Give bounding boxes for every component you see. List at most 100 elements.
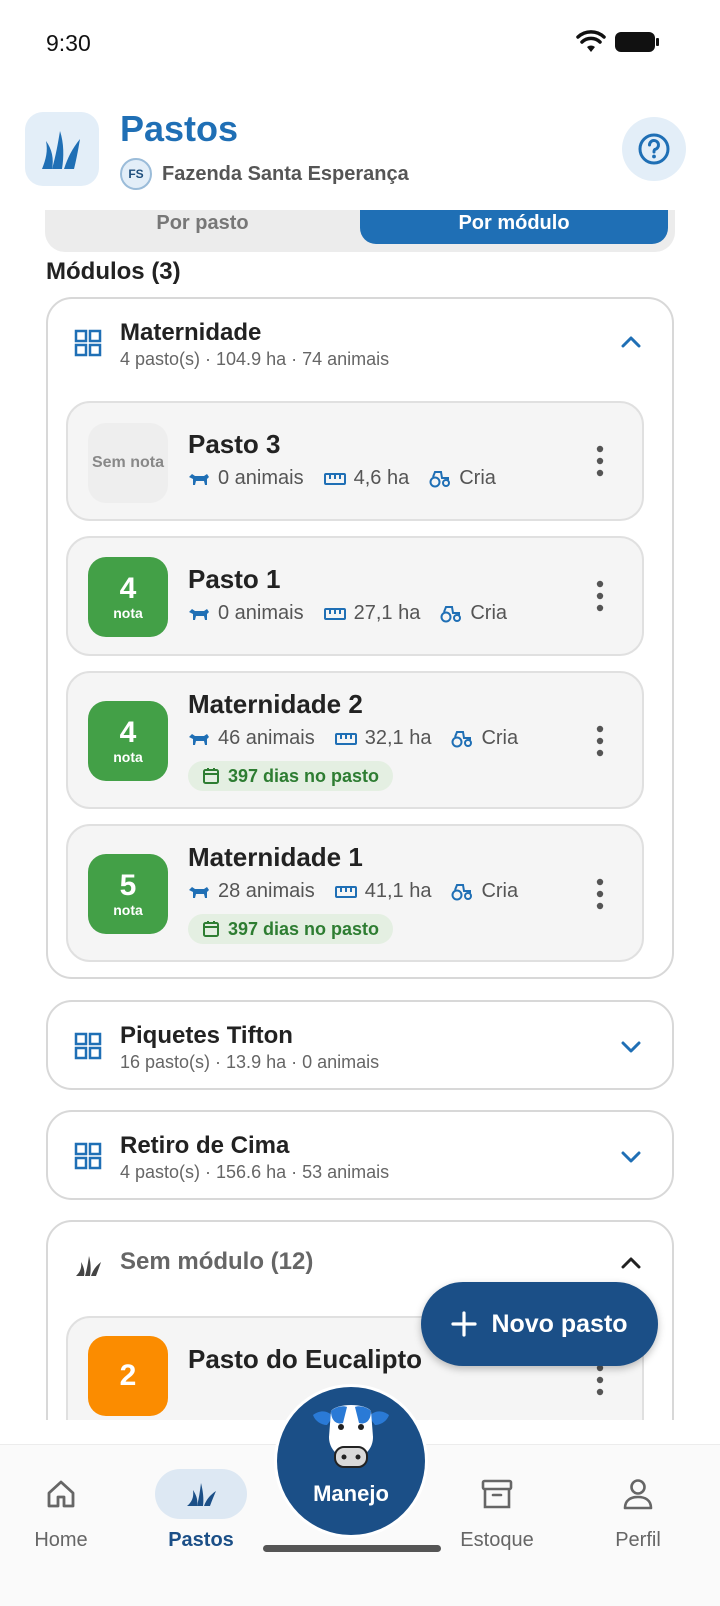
more-options-icon[interactable] xyxy=(596,725,604,757)
score-label: nota xyxy=(113,605,143,621)
score-value: 4 xyxy=(119,716,137,749)
module-card-retiro-de-cima[interactable]: Retiro de Cima 4 pasto(s) · 156.6 ha · 5… xyxy=(46,1110,674,1200)
view-toggle: Por pasto Por módulo xyxy=(45,210,675,252)
cattle-icon xyxy=(189,886,209,898)
grid-icon xyxy=(74,329,102,357)
nav-pastos-label: Pastos xyxy=(168,1529,234,1551)
home-indicator xyxy=(263,1545,441,1552)
ruler-icon xyxy=(334,732,357,745)
nav-perfil-label: Perfil xyxy=(615,1529,661,1551)
score-value: 5 xyxy=(119,869,137,902)
page-title: Pastos xyxy=(120,108,239,149)
archive-box-icon xyxy=(481,1479,513,1509)
pasture-name: Maternidade 1 xyxy=(188,842,363,872)
modules-heading: Módulos (3) xyxy=(46,258,181,285)
score-label: nota xyxy=(113,749,143,765)
module-summary: 4 pasto(s) · 156.6 ha · 53 animais xyxy=(120,1162,390,1182)
score-badge: 4 nota xyxy=(88,701,168,781)
grass-nav-icon xyxy=(187,1483,216,1506)
score-value: 2 xyxy=(119,1359,137,1392)
pasture-card[interactable]: Sem nota Pasto 3 0 animais 4,6 ha Cria xyxy=(66,401,644,521)
new-pasture-button[interactable]: Novo pasto xyxy=(421,1282,658,1366)
pasture-card[interactable]: 4 nota Maternidade 2 46 animais 32,1 ha … xyxy=(66,671,644,809)
grass-icon xyxy=(76,1256,101,1276)
app-logo xyxy=(25,112,99,186)
nav-perfil[interactable]: Perfil xyxy=(573,1465,703,1575)
more-options-icon[interactable] xyxy=(596,445,604,477)
days-in-pasture-badge: 397 dias no pasto xyxy=(188,914,394,944)
tractor-icon xyxy=(451,883,473,900)
no-module-title: Sem módulo (12) xyxy=(120,1248,314,1275)
module-card-maternidade: Maternidade 4 pasto(s) · 104.9 ha · 74 a… xyxy=(46,297,674,979)
calendar-icon xyxy=(203,921,219,937)
score-badge: 5 nota xyxy=(88,854,168,934)
calendar-icon xyxy=(203,768,219,784)
pasture-name: Pasto 1 xyxy=(188,564,281,594)
more-options-icon[interactable] xyxy=(596,878,604,910)
module-name: Maternidade xyxy=(120,319,262,346)
help-icon xyxy=(638,133,670,165)
manejo-button[interactable]: Manejo xyxy=(277,1387,425,1535)
nav-home[interactable]: Home xyxy=(0,1465,126,1575)
active-indicator xyxy=(155,1469,247,1519)
chevron-up-icon[interactable] xyxy=(620,331,642,353)
chevron-down-icon[interactable] xyxy=(620,1146,642,1168)
module-name: Piquetes Tifton xyxy=(120,1022,293,1049)
pasture-name: Pasto 3 xyxy=(188,429,281,459)
home-icon xyxy=(47,1480,75,1508)
module-summary: 16 pasto(s) · 13.9 ha · 0 animais xyxy=(120,1052,380,1072)
farm-avatar: FS xyxy=(120,158,152,190)
person-icon xyxy=(623,1479,653,1510)
pasture-name: Maternidade 2 xyxy=(188,689,363,719)
farm-selector[interactable]: FS Fazenda Santa Esperança xyxy=(120,158,409,190)
content-scroll[interactable]: Por pasto Por módulo Módulos (3) Materni… xyxy=(0,210,720,1420)
chevron-down-icon[interactable] xyxy=(620,1036,642,1058)
pasture-name: Pasto do Eucalipto xyxy=(188,1344,423,1374)
more-options-icon[interactable] xyxy=(596,580,604,612)
module-name: Retiro de Cima xyxy=(120,1132,290,1159)
app-header: Pastos FS Fazenda Santa Esperança xyxy=(0,100,720,210)
chevron-up-icon[interactable] xyxy=(620,1252,642,1274)
more-options-icon[interactable] xyxy=(596,1364,604,1396)
battery-icon xyxy=(615,32,659,52)
pasture-meta: 0 animais 27,1 ha Cria xyxy=(188,602,527,625)
manejo-label: Manejo xyxy=(313,1481,389,1506)
nav-home-label: Home xyxy=(34,1529,88,1551)
toggle-por-pasto[interactable]: Por pasto xyxy=(45,210,360,244)
score-value: 4 xyxy=(119,572,137,605)
score-label: Sem nota xyxy=(91,454,164,471)
toggle-por-modulo[interactable]: Por módulo xyxy=(360,210,668,244)
ruler-icon xyxy=(334,885,357,898)
ruler-icon xyxy=(323,472,346,485)
tractor-icon xyxy=(429,470,451,487)
cow-head-icon xyxy=(313,1405,389,1468)
nav-pastos[interactable]: Pastos xyxy=(136,1465,266,1575)
pasture-meta: 46 animais 32,1 ha Cria xyxy=(188,727,538,750)
tractor-icon xyxy=(440,605,462,622)
pasture-meta: 28 animais 41,1 ha Cria xyxy=(188,880,538,903)
cattle-icon xyxy=(189,473,209,485)
score-badge: Sem nota xyxy=(88,423,168,503)
pasture-card[interactable]: 5 nota Maternidade 1 28 animais 41,1 ha … xyxy=(66,824,644,962)
days-in-pasture-badge: 397 dias no pasto xyxy=(188,761,394,791)
status-bar: 9:30 xyxy=(0,0,720,90)
score-badge: 4 nota xyxy=(88,557,168,637)
pasture-card[interactable]: 4 nota Pasto 1 0 animais 27,1 ha Cria xyxy=(66,536,644,656)
ruler-icon xyxy=(323,607,346,620)
new-pasture-label: Novo pasto xyxy=(491,1309,628,1338)
farm-name: Fazenda Santa Esperança xyxy=(162,162,409,185)
tractor-icon xyxy=(451,730,473,747)
nav-estoque[interactable]: Estoque xyxy=(432,1465,562,1575)
cattle-icon xyxy=(189,608,209,620)
plus-icon xyxy=(451,1311,478,1337)
help-button[interactable] xyxy=(622,117,686,181)
pasture-meta: 0 animais 4,6 ha Cria xyxy=(188,467,516,490)
score-label: nota xyxy=(113,902,143,918)
cattle-icon xyxy=(189,733,209,745)
grass-logo-icon xyxy=(42,131,80,169)
module-card-piquetes-tifton[interactable]: Piquetes Tifton 16 pasto(s) · 13.9 ha · … xyxy=(46,1000,674,1090)
wifi-icon xyxy=(576,30,606,52)
nav-estoque-label: Estoque xyxy=(460,1529,534,1551)
score-badge: 2 xyxy=(88,1336,168,1416)
clock: 9:30 xyxy=(46,30,91,56)
